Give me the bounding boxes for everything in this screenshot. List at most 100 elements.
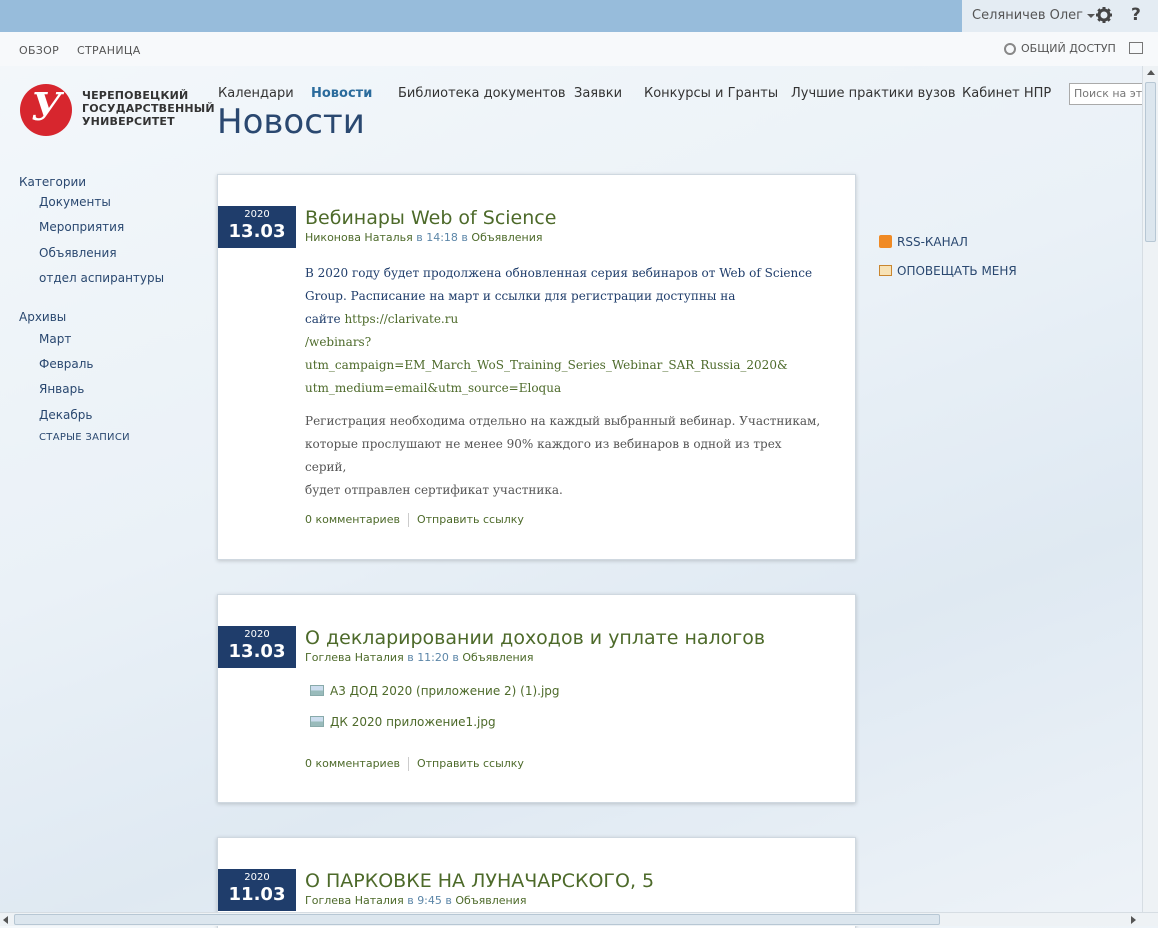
- tab-browse[interactable]: ОБЗОР: [19, 44, 59, 57]
- post-category[interactable]: Объявления: [462, 651, 533, 664]
- archive-february[interactable]: Февраль: [39, 357, 94, 371]
- vertical-scrollbar[interactable]: [1142, 66, 1158, 912]
- share-button[interactable]: ОБЩИЙ ДОСТУП: [1004, 42, 1116, 55]
- post-date: 2020 13.03: [218, 206, 296, 248]
- scroll-left-icon[interactable]: [3, 916, 8, 924]
- divider: [407, 757, 409, 771]
- post-title[interactable]: О ПАРКОВКЕ НА ЛУНАЧАРСКОГО, 5: [305, 870, 654, 892]
- scroll-right-icon[interactable]: [1131, 916, 1136, 924]
- rss-feed-link[interactable]: RSS-КАНАЛ: [879, 235, 968, 249]
- focus-on-content-icon[interactable]: [1129, 42, 1143, 54]
- alert-envelope-icon: [879, 265, 892, 276]
- alert-me-link[interactable]: ОПОВЕЩАТЬ МЕНЯ: [879, 264, 1017, 278]
- post-meta: Гоглева Наталия в 11:20 в Объявления: [305, 651, 533, 664]
- logo-line-1: ЧЕРЕПОВЕЦКИЙ: [82, 89, 189, 102]
- meta-at: в: [412, 231, 427, 244]
- attachment-name: А3 ДОД 2020 (приложение 2) (1).jpg: [330, 684, 560, 698]
- university-logo[interactable]: У: [20, 84, 72, 136]
- post-category[interactable]: Объявления: [455, 894, 526, 907]
- horizontal-scrollbar[interactable]: [0, 912, 1158, 926]
- topnav-document-library[interactable]: Библиотека документов: [398, 86, 566, 101]
- post-daymonth: 11.03: [228, 884, 286, 905]
- archives-heading[interactable]: Архивы: [19, 310, 66, 324]
- attachment-name: ДК 2020 приложение1.jpg: [330, 715, 496, 729]
- image-file-icon: [310, 716, 324, 727]
- post-author[interactable]: Гоглева Наталия: [305, 894, 404, 907]
- chevron-down-icon: [1087, 13, 1095, 18]
- category-events[interactable]: Мероприятия: [39, 220, 124, 234]
- body-line: сайте https://clarivate.ru: [305, 308, 825, 331]
- logo-line-3: УНИВЕРСИТЕТ: [82, 115, 175, 128]
- help-icon[interactable]: ?: [1131, 5, 1141, 25]
- share-label: ОБЩИЙ ДОСТУП: [1021, 42, 1116, 55]
- archive-december[interactable]: Декабрь: [39, 408, 92, 422]
- comments-link[interactable]: 0 комментариев: [305, 513, 400, 526]
- post-daymonth: 13.03: [228, 641, 286, 662]
- post-author[interactable]: Гоглева Наталия: [305, 651, 404, 664]
- older-posts-link[interactable]: СТАРЫЕ ЗАПИСИ: [39, 432, 130, 443]
- post-title[interactable]: О декларировании доходов и уплате налого…: [305, 627, 765, 649]
- topnav-news[interactable]: Новости: [311, 86, 372, 101]
- post-date: 2020 13.03: [218, 626, 296, 668]
- scroll-up-icon[interactable]: [1147, 70, 1155, 75]
- body-link-cont[interactable]: utm_medium=email&utm_source=Eloqua: [305, 377, 825, 400]
- body-link[interactable]: https://clarivate.ru: [344, 312, 458, 326]
- send-link-button[interactable]: Отправить ссылку: [417, 513, 524, 526]
- topnav-best-practices[interactable]: Лучшие практики вузов: [791, 86, 956, 101]
- horizontal-scroll-thumb[interactable]: [14, 914, 940, 925]
- post-time[interactable]: 9:45: [417, 894, 442, 907]
- university-name[interactable]: ЧЕРЕПОВЕЦКИЙ ГОСУДАРСТВЕННЫЙ УНИВЕРСИТЕТ: [82, 89, 215, 128]
- ribbon-bar: [0, 32, 1158, 66]
- post-body: В 2020 году будет продолжена обновленная…: [305, 262, 825, 502]
- archive-january[interactable]: Январь: [39, 382, 84, 396]
- topnav-npr-cabinet[interactable]: Кабинет НПР: [962, 86, 1051, 101]
- meta-in: в: [448, 651, 463, 664]
- body-text: сайте: [305, 312, 345, 326]
- topnav-calendars[interactable]: Календари: [218, 86, 294, 101]
- user-menu[interactable]: Селяничев Олег: [972, 8, 1095, 23]
- tab-page[interactable]: СТРАНИЦА: [77, 44, 141, 57]
- meta-in: в: [441, 894, 456, 907]
- attachment-link[interactable]: ДК 2020 приложение1.jpg: [310, 715, 496, 729]
- alert-label: ОПОВЕЩАТЬ МЕНЯ: [897, 264, 1017, 278]
- user-name: Селяничев Олег: [972, 8, 1083, 23]
- post-date: 2020 11.03: [218, 869, 296, 911]
- search-input[interactable]: Поиск на это: [1069, 83, 1145, 105]
- gear-icon[interactable]: [1096, 7, 1112, 23]
- body-link-cont[interactable]: /webinars?utm_campaign=EM_March_WoS_Trai…: [305, 331, 825, 377]
- category-postgraduate[interactable]: отдел аспирантуры: [39, 271, 164, 285]
- post-year: 2020: [244, 872, 270, 883]
- post-author[interactable]: Никонова Наталья: [305, 231, 413, 244]
- topnav-requests[interactable]: Заявки: [574, 86, 622, 101]
- body-line: будет отправлен сертификат участника.: [305, 483, 563, 497]
- body-line: которые прослушают не менее 90% каждого …: [305, 437, 782, 474]
- post-daymonth: 13.03: [228, 221, 286, 242]
- post-meta: Гоглева Наталия в 9:45 в Объявления: [305, 894, 526, 907]
- logo-letter: У: [31, 84, 62, 129]
- topnav-contests-grants[interactable]: Конкурсы и Гранты: [644, 86, 778, 101]
- post-card: 2020 13.03 О декларировании доходов и уп…: [217, 594, 856, 803]
- logo-line-2: ГОСУДАРСТВЕННЫЙ: [82, 102, 215, 115]
- post-title[interactable]: Вебинары Web of Science: [305, 207, 556, 229]
- post-meta: Никонова Наталья в 14:18 в Объявления: [305, 231, 542, 244]
- rss-icon: [879, 235, 892, 248]
- categories-heading[interactable]: Категории: [19, 175, 86, 189]
- rss-label: RSS-КАНАЛ: [897, 235, 968, 249]
- category-documents[interactable]: Документы: [39, 195, 111, 209]
- vertical-scroll-thumb[interactable]: [1145, 82, 1156, 242]
- meta-at: в: [403, 651, 418, 664]
- post-actions: 0 комментариев Отправить ссылку: [305, 757, 524, 771]
- send-link-button[interactable]: Отправить ссылку: [417, 757, 524, 770]
- post-category[interactable]: Объявления: [471, 231, 542, 244]
- page-title: Новости: [217, 102, 365, 142]
- post-time[interactable]: 11:20: [417, 651, 449, 664]
- attachment-link[interactable]: А3 ДОД 2020 (приложение 2) (1).jpg: [310, 684, 560, 698]
- comments-link[interactable]: 0 комментариев: [305, 757, 400, 770]
- post-time[interactable]: 14:18: [426, 231, 458, 244]
- archive-march[interactable]: Март: [39, 332, 71, 346]
- body-line: В 2020 году будет продолжена обновленная…: [305, 266, 813, 280]
- image-file-icon: [310, 685, 324, 696]
- post-year: 2020: [244, 629, 270, 640]
- body-line: Регистрация необходима отдельно на кажды…: [305, 414, 821, 428]
- category-announcements[interactable]: Объявления: [39, 246, 117, 260]
